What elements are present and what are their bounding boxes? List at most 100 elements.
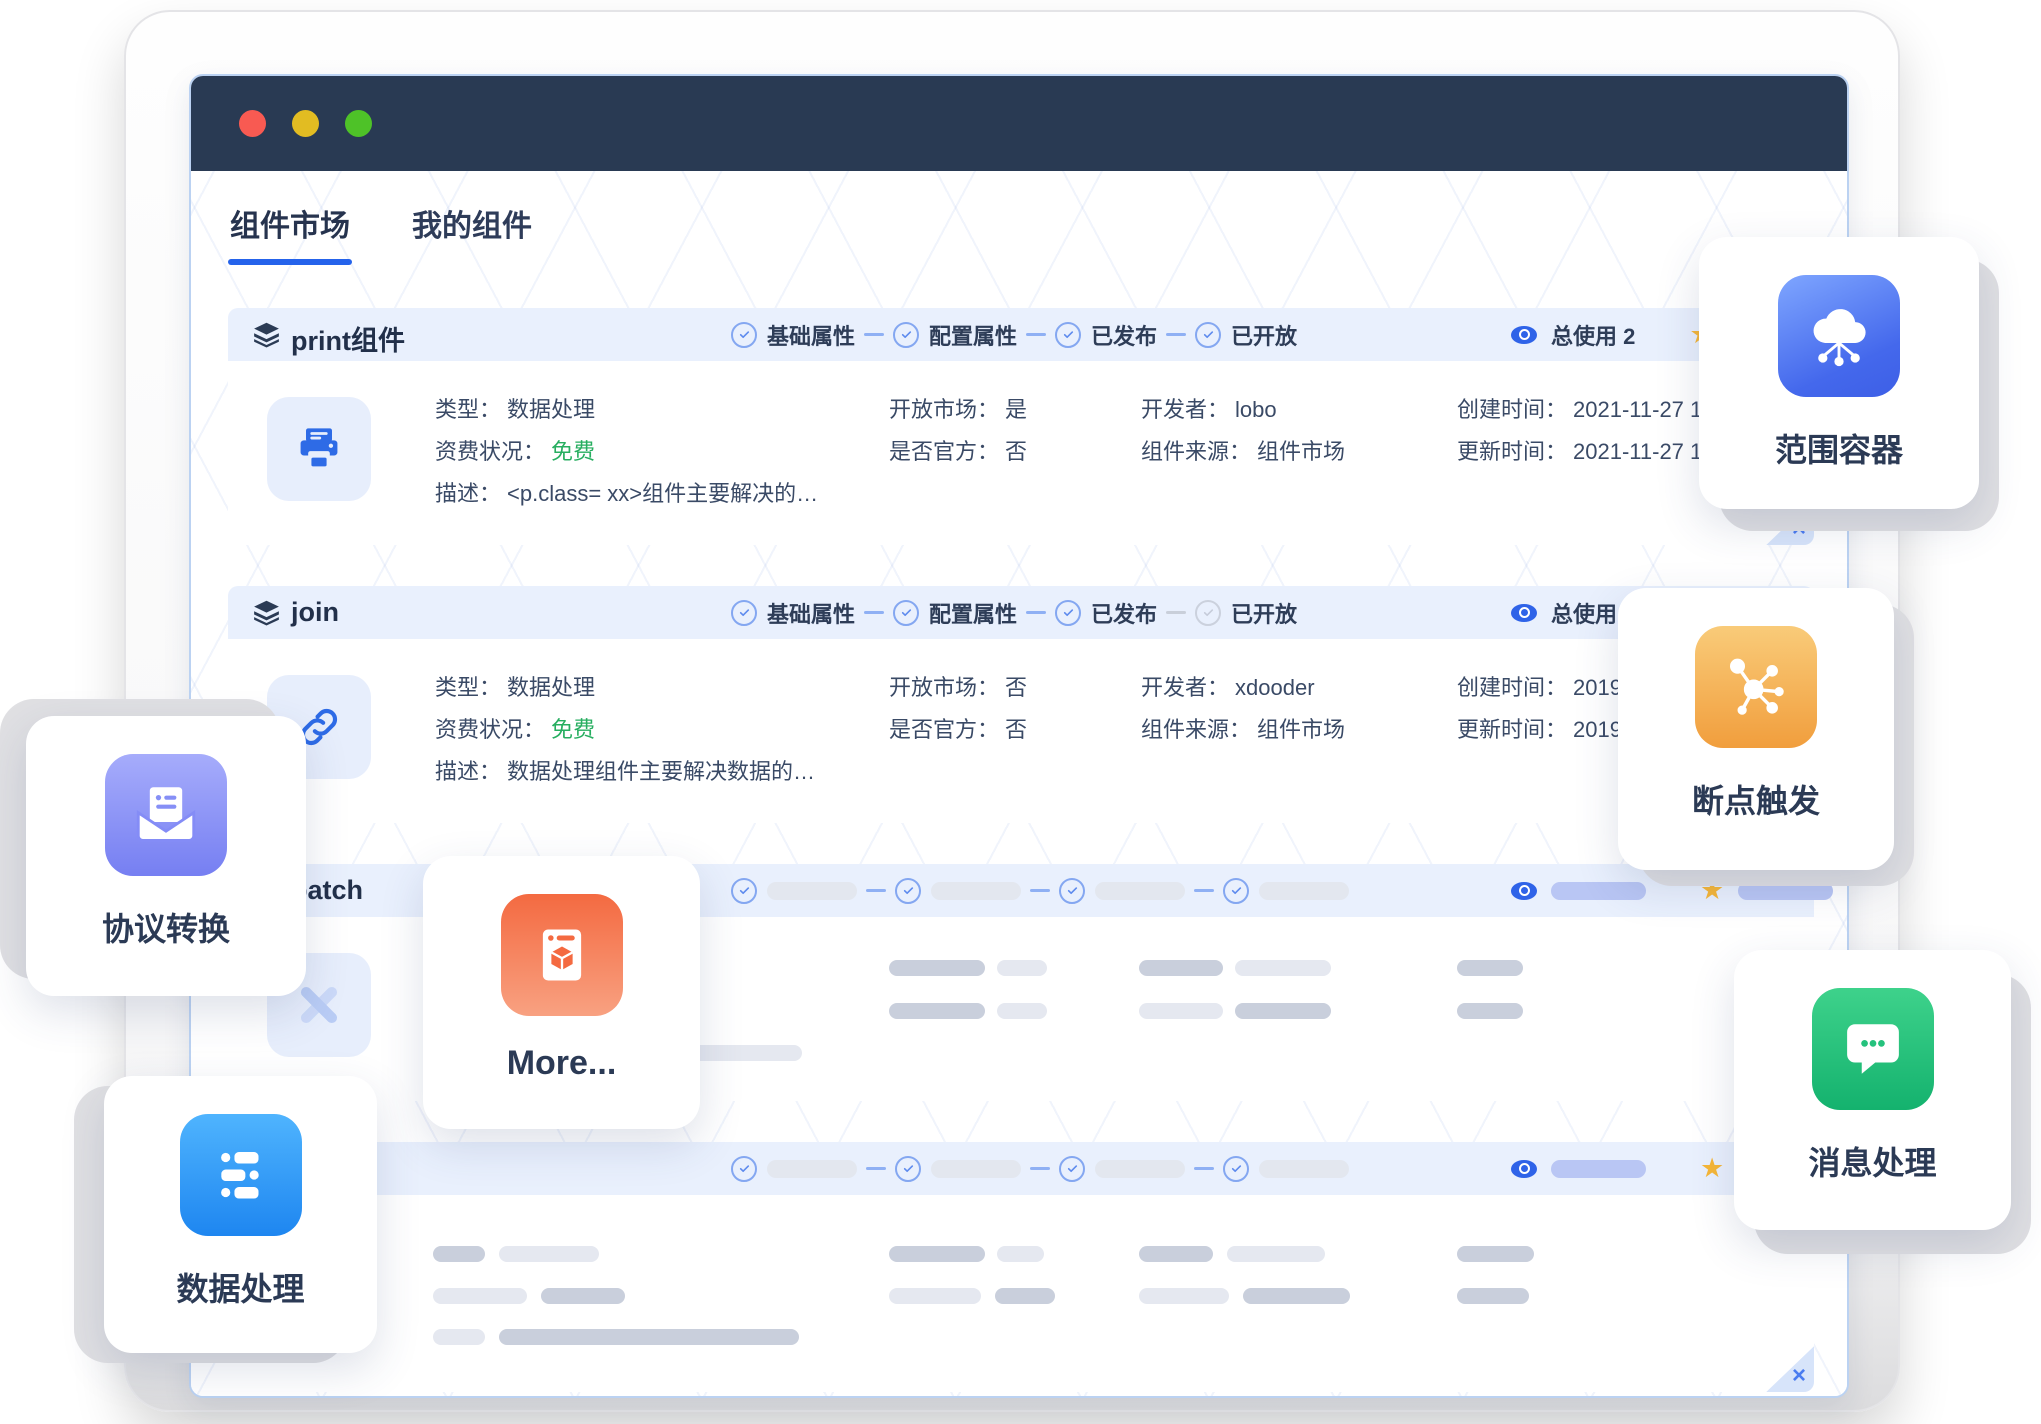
card-header: join 基础属性 配置属性 已发布 已开放 总使用 6 ★ 总评: [228, 586, 1814, 639]
usage-placeholder: [1551, 1160, 1646, 1178]
placeholder-bar: [1139, 960, 1223, 976]
placeholder-bar: [889, 1246, 985, 1262]
app-box-icon: [501, 894, 623, 1016]
card-close-corner[interactable]: ×: [1766, 1346, 1814, 1392]
check-icon: [1059, 1156, 1085, 1182]
step-label: 已发布: [1091, 597, 1157, 629]
placeholder-bar: [1457, 960, 1523, 976]
tab-my-components[interactable]: 我的组件: [412, 201, 532, 245]
check-icon: [1223, 1156, 1249, 1182]
eye-icon: [1511, 882, 1537, 900]
field-label: 创建时间：: [1457, 675, 1567, 700]
card-body: 类型：数据处理 资费状况：免费 描述：数据处理组件主要解决数据的… 开放市场：否…: [228, 639, 1814, 823]
placeholder-bar: [1235, 1003, 1331, 1019]
usage-count: 总使用 2: [1551, 319, 1635, 351]
molecule-icon: [1695, 626, 1817, 748]
field-label: 资费状况：: [435, 439, 545, 464]
field-value: 组件市场: [1257, 717, 1345, 742]
status-steps: [731, 864, 1349, 917]
check-icon: [731, 1156, 757, 1182]
component-card-skeleton[interactable]: ★: [228, 1142, 1814, 1392]
showcase-card-scope-container[interactable]: 范围容器: [1699, 237, 1979, 509]
app-window: 组件市场 我的组件 print组件 基础属性 配置属性 已发布 已开放: [189, 74, 1849, 1398]
placeholder-bar: [997, 1246, 1044, 1262]
step-placeholder: [931, 1160, 1021, 1178]
step-separator: [1194, 889, 1214, 892]
field-label: 开放市场：: [889, 397, 999, 422]
field-label: 开发者：: [1141, 397, 1229, 422]
status-steps: 基础属性 配置属性 已发布 已开放: [731, 308, 1297, 361]
field-value: <p.class= xx>组件主要解决的…: [507, 481, 818, 506]
check-icon: [1055, 322, 1081, 348]
placeholder-bar: [499, 1329, 799, 1345]
status-steps: 基础属性 配置属性 已发布 已开放: [731, 586, 1297, 639]
placeholder-bar: [1139, 1003, 1223, 1019]
field-label: 类型：: [435, 675, 501, 700]
field-label: 组件来源：: [1141, 439, 1251, 464]
step-separator: [1194, 1167, 1214, 1170]
step-placeholder: [1259, 1160, 1349, 1178]
showcase-card-data-processing[interactable]: 数据处理: [104, 1076, 377, 1353]
field-value: 免费: [551, 717, 595, 742]
showcase-card-breakpoint-trigger[interactable]: 断点触发: [1618, 588, 1894, 870]
field-label: 创建时间：: [1457, 397, 1567, 422]
step-separator: [866, 1167, 886, 1170]
tab-component-market[interactable]: 组件市场: [230, 201, 350, 245]
data-nodes-icon: [180, 1114, 302, 1236]
close-window-dot[interactable]: [239, 110, 266, 137]
close-icon: ×: [1792, 1362, 1806, 1390]
showcase-card-more[interactable]: More...: [423, 856, 700, 1129]
placeholder-bar: [1235, 960, 1331, 976]
window-titlebar: [191, 76, 1847, 171]
showcase-label: 范围容器: [1775, 425, 1903, 471]
component-card-print[interactable]: print组件 基础属性 配置属性 已发布 已开放 总使用 2 ★ 总评: [228, 308, 1814, 545]
content-area: 组件市场 我的组件 print组件 基础属性 配置属性 已发布 已开放: [191, 171, 1847, 1396]
placeholder-bar: [499, 1246, 599, 1262]
eye-icon: [1511, 604, 1537, 622]
placeholder-bar: [889, 960, 985, 976]
check-icon: [731, 600, 757, 626]
tab-bar: 组件市场 我的组件: [230, 201, 532, 245]
field-value: 否: [1005, 717, 1027, 742]
inbox-document-icon: [105, 754, 227, 876]
step-separator: [1030, 1167, 1050, 1170]
showcase-label: 数据处理: [176, 1264, 304, 1310]
field-value: 组件市场: [1257, 439, 1345, 464]
showcase-card-protocol-conversion[interactable]: 协议转换: [26, 716, 306, 996]
step-separator: [1026, 611, 1046, 614]
step-placeholder: [931, 882, 1021, 900]
placeholder-bar: [997, 1003, 1047, 1019]
step-separator: [864, 611, 884, 614]
placeholder-bar: [541, 1288, 625, 1304]
field-label: 更新时间：: [1457, 717, 1567, 742]
field-value: 否: [1005, 439, 1027, 464]
usage-placeholder: [1551, 882, 1646, 900]
field-value: 免费: [551, 439, 595, 464]
check-icon: [1055, 600, 1081, 626]
step-label: 配置属性: [929, 597, 1017, 629]
maximize-window-dot[interactable]: [345, 110, 372, 137]
showcase-card-message-processing[interactable]: 消息处理: [1734, 950, 2011, 1230]
step-placeholder: [767, 1160, 857, 1178]
placeholder-bar: [889, 1003, 985, 1019]
step-placeholder: [1095, 882, 1185, 900]
check-icon: [893, 600, 919, 626]
cloud-network-icon: [1778, 275, 1900, 397]
component-card-join[interactable]: join 基础属性 配置属性 已发布 已开放 总使用 6 ★ 总评: [228, 586, 1814, 823]
card-body: [228, 1195, 1814, 1392]
step-placeholder: [767, 882, 857, 900]
field-value: 数据处理组件主要解决数据的…: [507, 759, 815, 784]
check-icon: [1059, 878, 1085, 904]
component-icon-tile: [267, 397, 371, 501]
step-placeholder: [1259, 882, 1349, 900]
status-steps: [731, 1142, 1349, 1195]
placeholder-bar: [1139, 1288, 1229, 1304]
component-name: print组件: [291, 319, 405, 358]
check-icon: [1195, 600, 1221, 626]
check-icon: [895, 1156, 921, 1182]
step-label: 已发布: [1091, 319, 1157, 351]
star-icon: ★: [1700, 1155, 1724, 1182]
step-label: 基础属性: [767, 597, 855, 629]
minimize-window-dot[interactable]: [292, 110, 319, 137]
check-icon: [1195, 322, 1221, 348]
